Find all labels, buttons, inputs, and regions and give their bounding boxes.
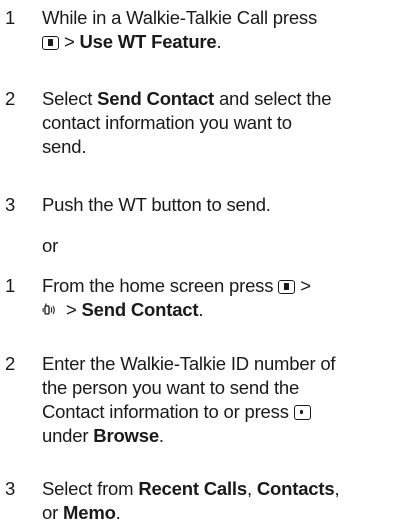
step-text: From the home screen press > > Send Cont… [42, 275, 311, 320]
step-text: Select from Recent Calls, Contacts, or M… [42, 478, 340, 523]
walkie-talkie-icon [42, 303, 55, 315]
step-number: 1 [5, 7, 16, 28]
menu-key-icon [278, 280, 296, 294]
menu-key-icon [42, 36, 59, 50]
step-number: 2 [5, 88, 16, 109]
step-number: 3 [5, 194, 16, 215]
step-number: 2 [5, 353, 16, 374]
step-number: 1 [5, 275, 16, 296]
or-label: or [42, 235, 59, 256]
option-memo: Memo [63, 502, 116, 523]
center-select-key-icon [293, 405, 311, 420]
menu-option-send-contact: Send Contact [97, 88, 215, 109]
softkey-browse: Browse [93, 425, 159, 446]
menu-option-use-wt-feature: Use WT Feature [79, 31, 217, 52]
step-text: Push the WT button to send. [42, 194, 271, 215]
option-contacts: Contacts [256, 478, 335, 499]
option-recent-calls: Recent Calls [138, 478, 247, 499]
instruction-page: 1 While in a Walkie-Talkie Call press > … [0, 0, 393, 532]
step-line: While in a Walkie-Talkie Call press [42, 7, 318, 28]
step-number: 3 [5, 478, 16, 499]
step-text: Enter the Walkie-Talkie ID number of the… [42, 353, 336, 446]
step-text: While in a Walkie-Talkie Call press > Us… [42, 6, 387, 54]
menu-option-send-contact: Send Contact [81, 299, 199, 320]
step-text: Select Send Contact and select the conta… [42, 88, 332, 157]
